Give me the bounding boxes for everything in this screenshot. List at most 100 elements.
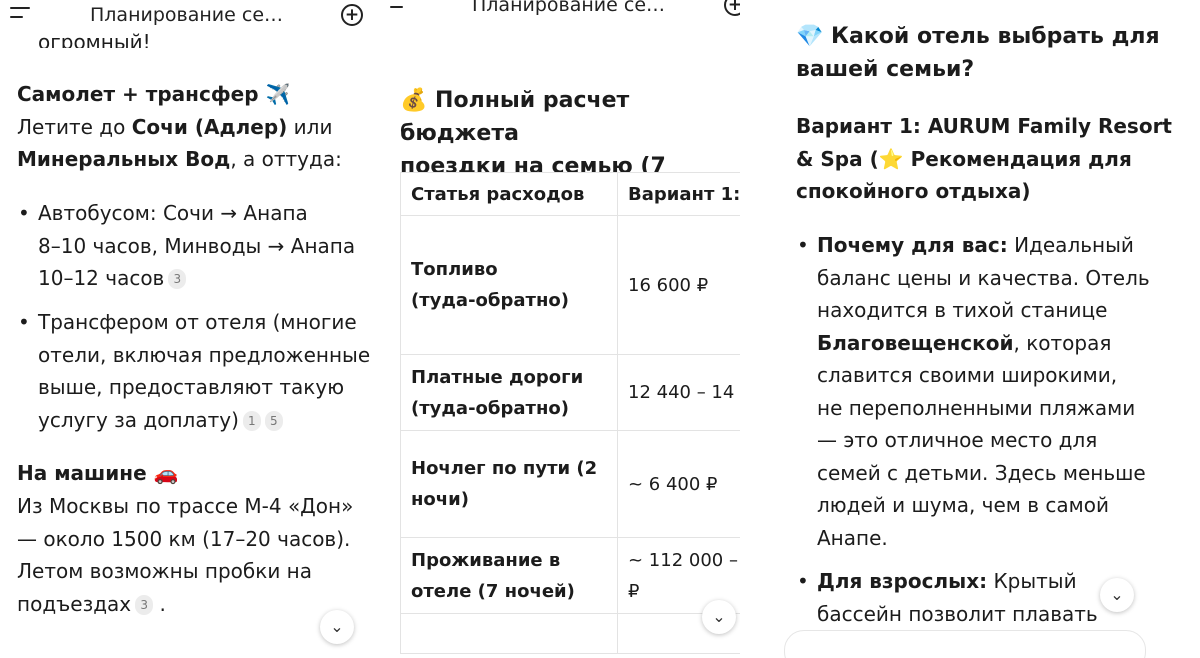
car-line: Из Москвы по трассе М-4 «Дон» bbox=[17, 494, 354, 518]
variant-heading: Вариант 1: AURUM Family Resort & Spa (⭐ … bbox=[796, 110, 1172, 208]
heading-line: 💰 Полный расчет бюджета bbox=[400, 88, 630, 146]
new-chat-icon[interactable]: + bbox=[724, 0, 740, 16]
table-cell: ~ 6 400 ₽ bbox=[617, 430, 740, 538]
bullet-line: баланс цены и качества. Отель bbox=[817, 265, 1150, 290]
bullet-item: Автобусом: Сочи → Анапа 8–10 часов, Минв… bbox=[38, 197, 355, 295]
plane-line-1: Летите до Сочи (Адлер) или bbox=[17, 111, 332, 144]
cell-line: ~ 112 000 – 1 bbox=[628, 549, 740, 571]
text: Крытый bbox=[987, 569, 1077, 593]
cell-line: Платные дороги bbox=[411, 366, 584, 388]
chat-title: Планирование се… bbox=[90, 4, 284, 26]
cell-line: ~ 6 400 ₽ bbox=[628, 473, 718, 495]
plane-line-2: Минеральных Вод, а оттуда: bbox=[17, 143, 342, 176]
chat-title: Планирование се… bbox=[472, 0, 666, 16]
bold-text: Для взрослых: bbox=[817, 569, 988, 593]
bullet-line: бассейн позволит плавать bbox=[817, 601, 1098, 626]
citation-badge[interactable]: 3 bbox=[135, 594, 154, 615]
bold-text: Благовещенской bbox=[817, 330, 1014, 355]
bullet-line: Для взрослых: Крытый bbox=[817, 565, 1098, 598]
table-cell: 16 600 ₽ bbox=[617, 215, 740, 355]
bullet-dot: • bbox=[797, 569, 809, 593]
text: услугу за доплату) bbox=[38, 407, 239, 432]
car-text: Из Москвы по трассе М-4 «Дон» — около 15… bbox=[17, 490, 353, 620]
cell-line: Проживание в bbox=[411, 549, 561, 571]
table-cell: Топливо (туда-обратно) bbox=[400, 215, 618, 355]
text: Идеальный bbox=[1007, 233, 1134, 257]
column-header: Статья расходов bbox=[400, 172, 618, 216]
text: . bbox=[159, 591, 166, 616]
table-row bbox=[400, 613, 740, 654]
cell-line: 16 600 ₽ bbox=[628, 274, 709, 296]
chevron-down-icon[interactable]: ⌄ bbox=[320, 610, 354, 644]
bullet-dot: • bbox=[18, 310, 30, 334]
bullet-line: Анапе. bbox=[817, 525, 888, 550]
bold-text: Сочи (Адлер) bbox=[131, 115, 288, 139]
bullet-line: — это отличное место для bbox=[817, 428, 1098, 452]
text: , которая bbox=[1013, 330, 1112, 355]
citation-badge[interactable]: 5 bbox=[264, 410, 283, 431]
cell-line: отеле (7 ночей) bbox=[411, 580, 575, 602]
bullet-line: выше, предоставляют такую bbox=[38, 375, 345, 399]
bullet-line: отели, включая предложенные bbox=[38, 342, 371, 367]
bullet-dot: • bbox=[18, 201, 30, 225]
bold-text: Почему для вас: bbox=[817, 233, 1008, 257]
bullet-line: Благовещенской, которая bbox=[817, 327, 1150, 360]
bullet-line: славится своими широкими, bbox=[817, 363, 1118, 387]
variant-line: & Spa (⭐ Рекомендация для bbox=[796, 146, 1132, 171]
menu-icon[interactable] bbox=[10, 7, 32, 21]
cell-line: 12 440 – 14 2 bbox=[628, 382, 740, 403]
chevron-down-icon[interactable]: ⌄ bbox=[702, 600, 736, 634]
cell-line: (туда-обратно) bbox=[411, 397, 569, 419]
menu-icon[interactable] bbox=[390, 0, 412, 11]
bullet-item: Для взрослых: Крытый бассейн позволит пл… bbox=[817, 565, 1098, 630]
new-chat-icon[interactable]: + bbox=[341, 4, 363, 26]
table-cell: 12 440 – 14 2 bbox=[617, 354, 740, 431]
cell-line: (туда-обратно) bbox=[411, 290, 569, 311]
chat-panel-1: Планирование се… + огромный! Самолет + т… bbox=[0, 0, 372, 658]
bullet-line: не переполненными пляжами bbox=[817, 395, 1136, 420]
text: подъездах bbox=[17, 591, 132, 616]
table-cell: Платные дороги (туда-обратно) bbox=[400, 354, 618, 431]
table-row: Ночлег по пути (2 ночи) ~ 6 400 ₽ bbox=[400, 430, 740, 538]
car-line: Летом возможны пробки на bbox=[17, 559, 313, 583]
table-cell: Ночлег по пути (2 ночи) bbox=[400, 430, 618, 538]
table-row: Проживание в отеле (7 ночей) ~ 112 000 – … bbox=[400, 537, 740, 614]
table-header-row: Статья расходов Вариант 1: А bbox=[400, 172, 740, 216]
chat-panel-2: Планирование се… + 💰 Полный расчет бюдже… bbox=[382, 0, 740, 658]
bullet-line: услугу за доплату) 1 5 bbox=[38, 404, 370, 437]
bullet-item: Трансфером от отеля (многие отели, включ… bbox=[38, 306, 370, 436]
cell-line: Топливо bbox=[411, 259, 498, 280]
text: , а оттуда: bbox=[230, 147, 342, 171]
budget-table: Статья расходов Вариант 1: А Топливо (туд… bbox=[400, 172, 740, 654]
chevron-down-icon[interactable]: ⌄ bbox=[1100, 578, 1134, 612]
text: Летите до bbox=[17, 115, 132, 139]
heading-line: 💎 Какой отель выбрать для bbox=[796, 24, 1160, 49]
hotel-heading: 💎 Какой отель выбрать для вашей семьи? bbox=[796, 20, 1160, 86]
bullet-line: Трансфером от отеля (многие bbox=[38, 310, 357, 334]
table-cell: Проживание в отеле (7 ночей) bbox=[400, 537, 618, 614]
message-input[interactable] bbox=[784, 630, 1146, 658]
bullet-item: Почему для вас: Идеальный баланс цены и … bbox=[817, 229, 1150, 554]
citation-badge[interactable]: 3 bbox=[168, 269, 187, 289]
bullet-dot: • bbox=[797, 233, 809, 257]
car-line: подъездах 3 . bbox=[17, 588, 353, 621]
heading-line: вашей семьи? bbox=[796, 57, 975, 82]
variant-line: спокойного отдыха) bbox=[796, 179, 1031, 203]
variant-line: Вариант 1: AURUM Family Resort bbox=[796, 114, 1172, 138]
cell-line: Ночлег по пути (2 bbox=[411, 458, 598, 479]
cell-line: ночи) bbox=[411, 489, 469, 510]
section-heading-car: На машине 🚗 bbox=[17, 461, 179, 485]
chat-header: Планирование се… + bbox=[382, 0, 740, 24]
table-cell bbox=[400, 613, 618, 654]
bullet-line: Автобусом: Сочи → Анапа bbox=[38, 201, 308, 225]
bold-text: Минеральных Вод bbox=[17, 147, 231, 171]
table-row: Топливо (туда-обратно) 16 600 ₽ bbox=[400, 215, 740, 355]
section-heading-plane: Самолет + трансфер ✈️ bbox=[17, 82, 291, 106]
bullet-line: людей и шума, чем в самой bbox=[817, 493, 1109, 517]
text: 10–12 часов bbox=[38, 266, 165, 290]
bullet-line: Почему для вас: Идеальный bbox=[817, 229, 1150, 262]
chat-panel-3: 💎 Какой отель выбрать для вашей семьи? В… bbox=[778, 0, 1200, 658]
cut-text-line: огромный! bbox=[38, 30, 151, 48]
citation-badge[interactable]: 1 bbox=[242, 410, 261, 431]
bullet-line: 10–12 часов 3 bbox=[38, 262, 355, 295]
